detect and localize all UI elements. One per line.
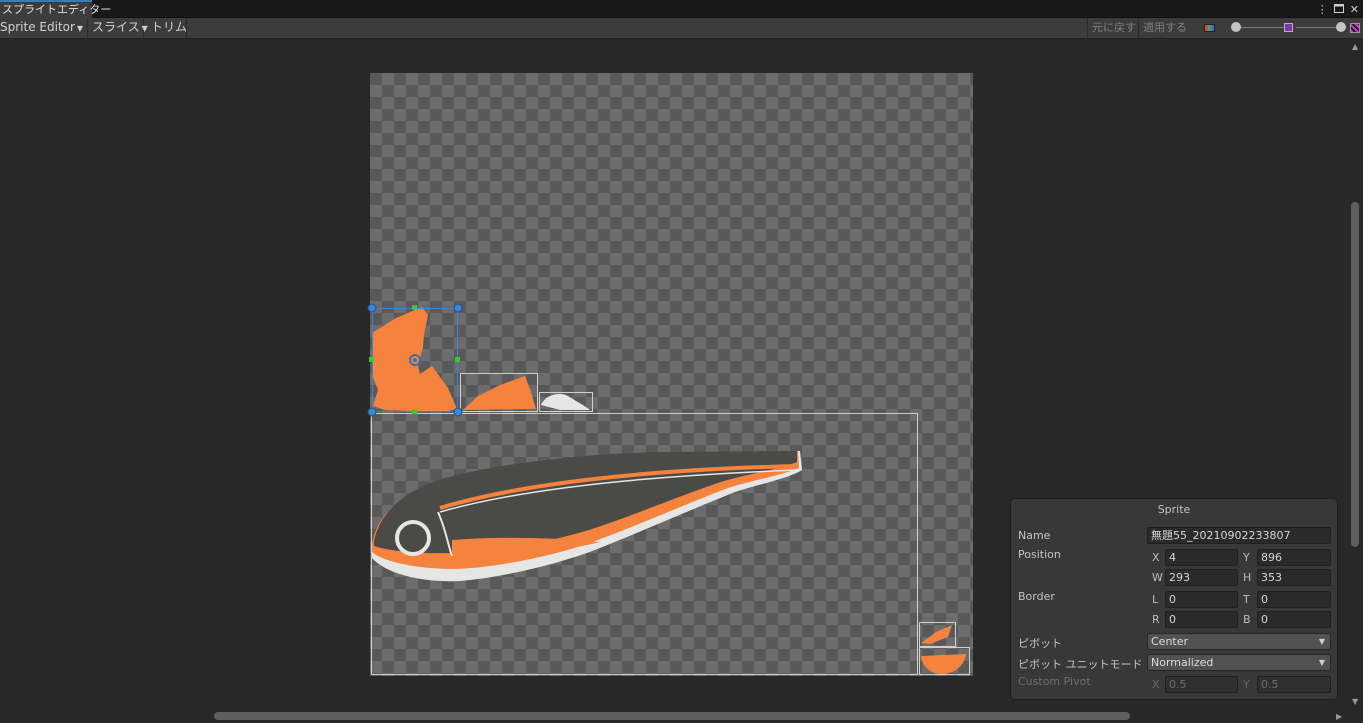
border-label: Border xyxy=(1018,590,1055,603)
pivot-unit-mode-value: Normalized xyxy=(1151,656,1214,669)
sprite-fin-tiny-2[interactable] xyxy=(921,654,966,674)
vertical-scroll-thumb[interactable] xyxy=(1351,202,1359,547)
sprite-editor-window: スプライトエディター ⋮ ✕ Sprite Editor ▼ スライス ▼ トリム … xyxy=(0,0,1363,723)
custom-pivot-y-label: Y xyxy=(1243,678,1250,691)
custom-pivot-x-field: 0.5 xyxy=(1165,676,1238,693)
chevron-down-icon: ▼ xyxy=(1318,637,1325,646)
h-label: H xyxy=(1243,571,1252,584)
sprite-fish-body[interactable] xyxy=(372,451,802,582)
custom-pivot-y-field: 0.5 xyxy=(1257,676,1331,693)
scroll-up-icon[interactable]: ▲ xyxy=(1352,42,1358,51)
pivot-dropdown-value: Center xyxy=(1151,635,1189,648)
x-label: X xyxy=(1152,551,1160,564)
y-label: Y xyxy=(1243,551,1250,564)
border-b-field[interactable]: 0 xyxy=(1257,611,1331,628)
pivot-label: ピボット xyxy=(1018,637,1062,650)
name-label: Name xyxy=(1018,529,1051,542)
position-label: Position xyxy=(1018,548,1061,561)
r-label: R xyxy=(1152,613,1160,626)
l-label: L xyxy=(1152,593,1159,606)
sprite-fin-middle[interactable] xyxy=(463,376,536,410)
position-x-field[interactable]: 4 xyxy=(1165,549,1238,566)
position-w-field[interactable]: 293 xyxy=(1165,569,1238,586)
pivot-dropdown[interactable]: Center ▼ xyxy=(1147,633,1331,650)
corner-handle[interactable] xyxy=(367,407,377,417)
vertical-scrollbar[interactable] xyxy=(1351,42,1359,710)
horizontal-scroll-thumb[interactable] xyxy=(214,712,1130,720)
t-label: T xyxy=(1243,593,1250,606)
horizontal-scrollbar[interactable] xyxy=(0,711,1350,721)
scroll-right-icon[interactable]: ▶ xyxy=(1336,712,1342,721)
position-h-field[interactable]: 353 xyxy=(1257,569,1331,586)
border-t-field[interactable]: 0 xyxy=(1257,591,1331,608)
position-y-field[interactable]: 896 xyxy=(1257,549,1331,566)
border-l-field[interactable]: 0 xyxy=(1165,591,1238,608)
corner-handle[interactable] xyxy=(453,407,463,417)
scroll-down-icon[interactable]: ▼ xyxy=(1352,697,1358,706)
name-field[interactable]: 無題55_20210902233807 xyxy=(1147,527,1331,544)
sprite-fin-white[interactable] xyxy=(541,393,590,410)
w-label: W xyxy=(1152,571,1163,584)
corner-handle[interactable] xyxy=(367,303,377,313)
corner-handle[interactable] xyxy=(453,303,463,313)
border-r-field[interactable]: 0 xyxy=(1165,611,1238,628)
edge-handle[interactable] xyxy=(412,305,417,310)
panel-title: Sprite xyxy=(1157,503,1191,516)
custom-pivot-x-label: X xyxy=(1152,678,1160,691)
edge-handle[interactable] xyxy=(369,357,374,362)
chevron-down-icon: ▼ xyxy=(1318,658,1325,667)
edge-handle[interactable] xyxy=(412,409,417,414)
sprite-inspector-panel: Sprite Name 無題55_20210902233807 Position… xyxy=(1010,498,1338,700)
pivot-unit-mode-dropdown[interactable]: Normalized ▼ xyxy=(1147,654,1331,671)
edge-handle[interactable] xyxy=(455,357,460,362)
b-label: B xyxy=(1243,613,1251,626)
pivot-unit-mode-label: ピボット ユニットモード xyxy=(1018,658,1143,671)
sprite-fin-tiny-1[interactable] xyxy=(921,625,952,644)
custom-pivot-label: Custom Pivot xyxy=(1018,675,1091,688)
